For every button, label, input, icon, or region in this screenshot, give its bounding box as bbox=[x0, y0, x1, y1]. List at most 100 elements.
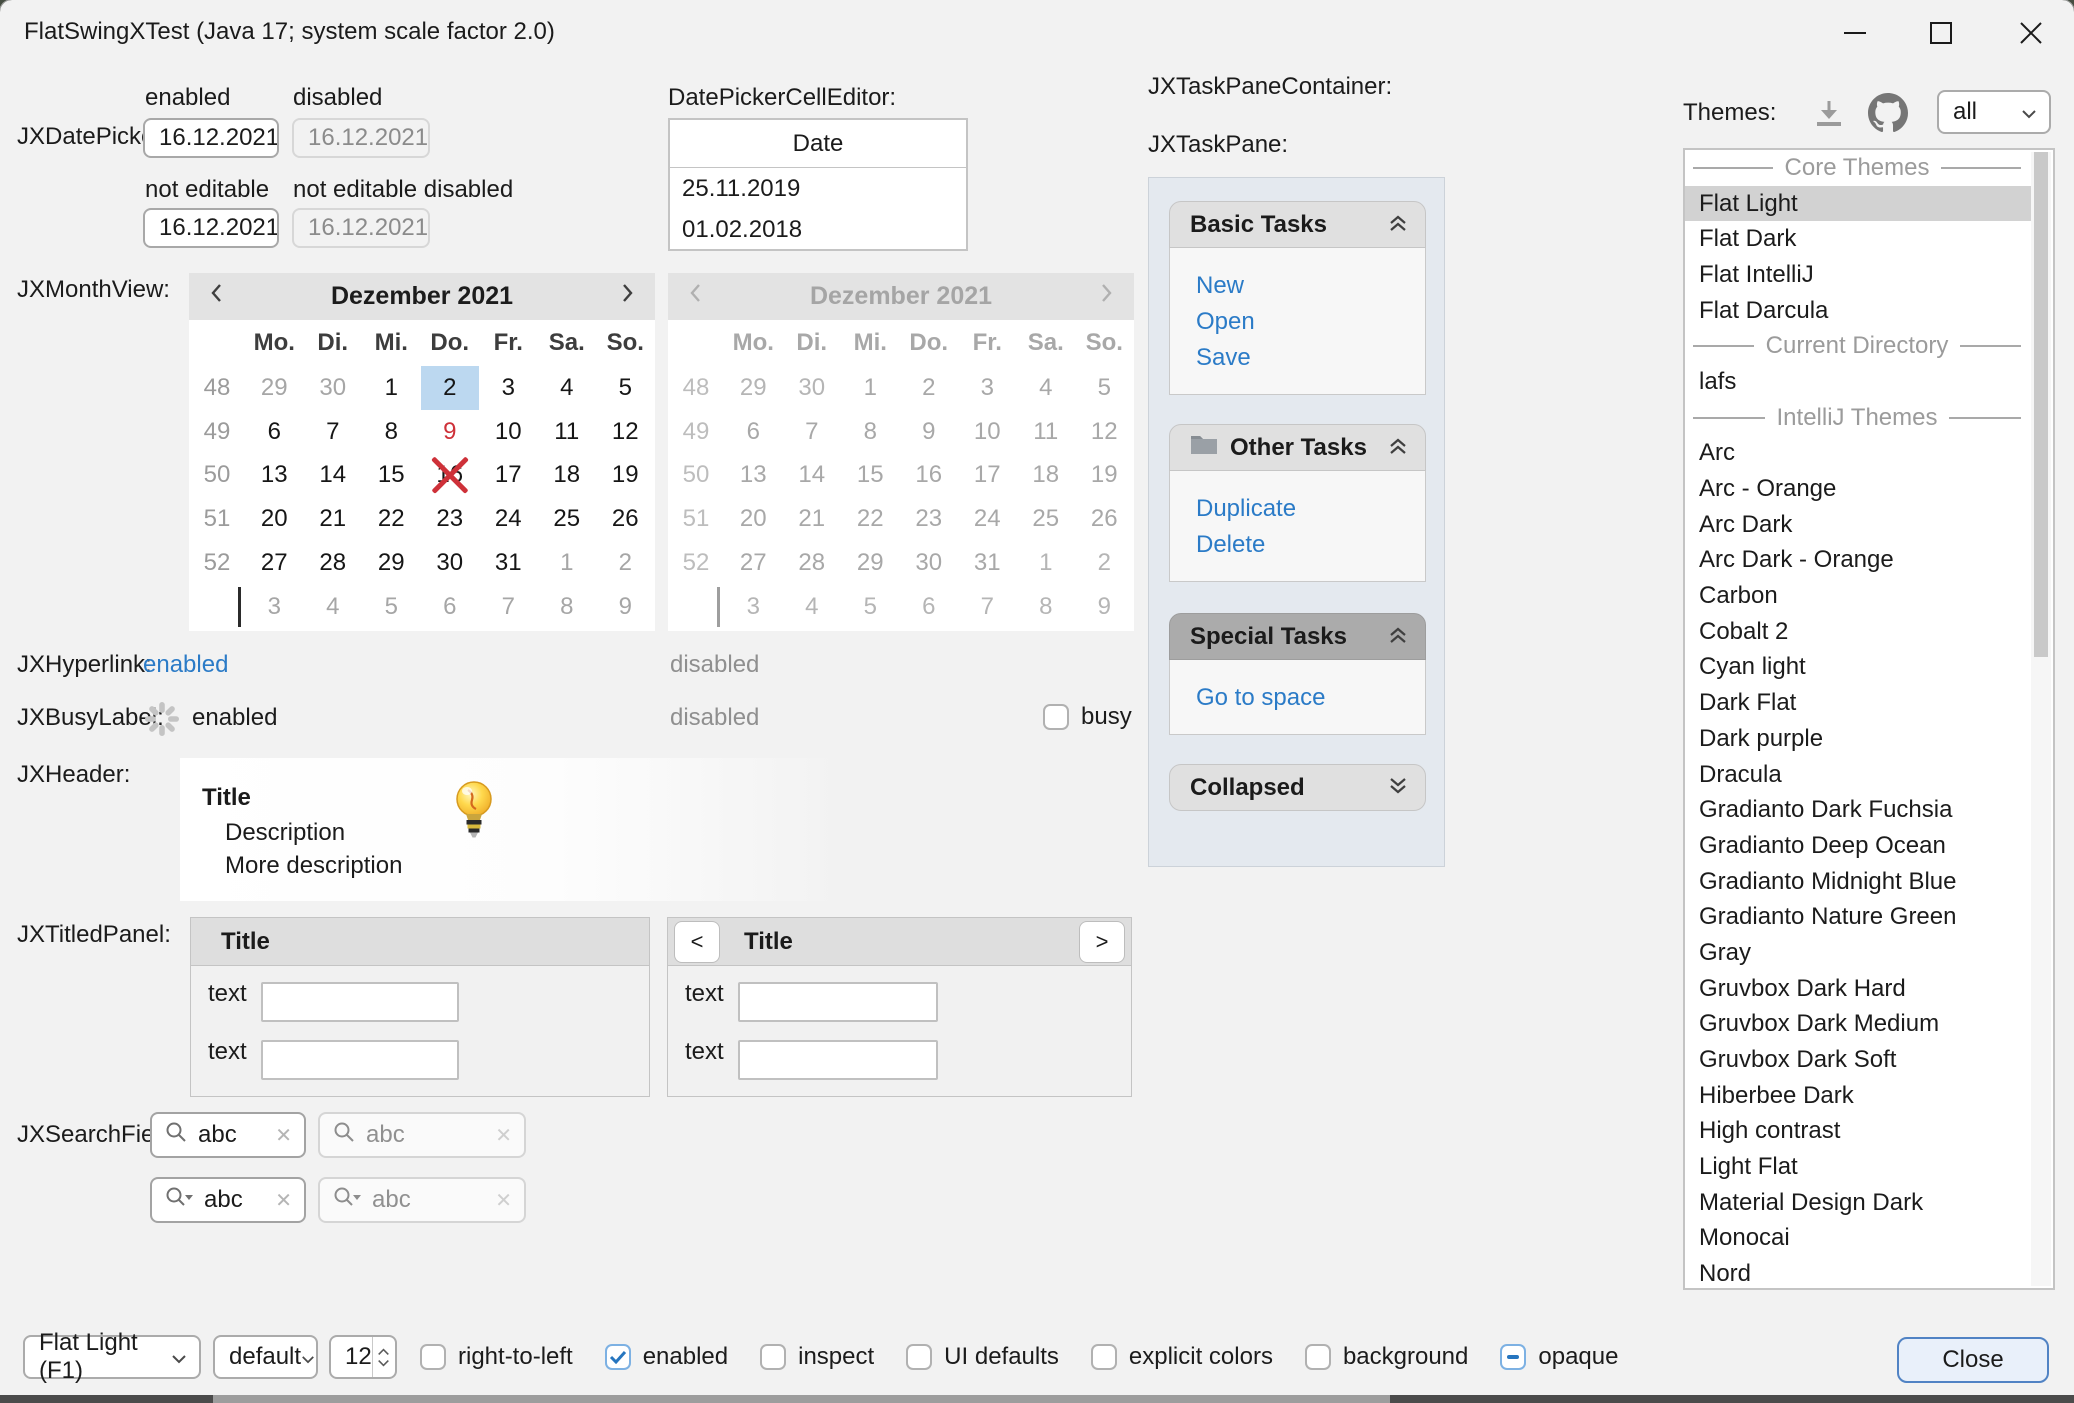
table-row[interactable]: 25.11.2019 bbox=[670, 168, 966, 209]
explicit-colors-checkbox[interactable]: explicit colors bbox=[1091, 1343, 1273, 1371]
day-cell[interactable]: 11 bbox=[538, 410, 597, 454]
taskpane-group-header[interactable]: Basic Tasks bbox=[1169, 201, 1426, 248]
scrollbar[interactable] bbox=[2031, 152, 2051, 1286]
themes-filter-combo[interactable]: all bbox=[1937, 90, 2051, 134]
collapse-icon[interactable] bbox=[1387, 434, 1409, 462]
datepicker-noteditable-value[interactable]: 16.12.2021 bbox=[145, 210, 279, 246]
day-cell[interactable]: 15 bbox=[362, 454, 421, 498]
theme-list-item[interactable]: Gruvbox Dark Soft bbox=[1685, 1042, 2031, 1078]
download-icon[interactable] bbox=[1812, 97, 1846, 138]
task-link[interactable]: Open bbox=[1196, 304, 1425, 340]
theme-list-item[interactable]: Material Design Dark bbox=[1685, 1185, 2031, 1221]
theme-list-item[interactable]: Monocai bbox=[1685, 1221, 2031, 1257]
hyperlink-enabled[interactable]: enabled bbox=[143, 651, 228, 679]
day-cell[interactable]: 28 bbox=[304, 541, 363, 585]
checkbox-box[interactable] bbox=[605, 1344, 631, 1370]
day-cell[interactable]: 6 bbox=[245, 410, 304, 454]
day-cell[interactable]: 5 bbox=[362, 585, 421, 629]
day-cell[interactable]: 31 bbox=[479, 541, 538, 585]
day-cell[interactable]: 1 bbox=[362, 366, 421, 410]
search-field[interactable]: abc ✕ bbox=[150, 1112, 306, 1158]
day-cell[interactable]: 24 bbox=[479, 497, 538, 541]
next-month-icon[interactable] bbox=[619, 281, 635, 312]
day-cell[interactable]: 30 bbox=[304, 366, 363, 410]
day-cell[interactable]: 21 bbox=[304, 497, 363, 541]
day-cell[interactable]: 7 bbox=[304, 410, 363, 454]
day-cell[interactable]: 5 bbox=[596, 366, 655, 410]
background-checkbox[interactable]: background bbox=[1305, 1343, 1468, 1371]
theme-list-item[interactable]: Arc - Orange bbox=[1685, 471, 2031, 507]
checkbox-box[interactable] bbox=[1305, 1344, 1331, 1370]
theme-list-item[interactable]: Gradianto Dark Fuchsia bbox=[1685, 792, 2031, 828]
task-link[interactable]: Save bbox=[1196, 340, 1425, 376]
style-combo[interactable]: default bbox=[213, 1335, 318, 1379]
opaque-checkbox[interactable]: opaque bbox=[1500, 1343, 1618, 1371]
text-input[interactable] bbox=[738, 982, 938, 1022]
day-cell[interactable]: 8 bbox=[538, 585, 597, 629]
close-window-button[interactable] bbox=[2008, 10, 2054, 56]
task-link[interactable]: Duplicate bbox=[1196, 491, 1425, 527]
day-cell[interactable]: 2 bbox=[421, 366, 480, 410]
theme-list-item[interactable]: High contrast bbox=[1685, 1114, 2031, 1150]
text-input[interactable] bbox=[261, 1040, 459, 1080]
clear-icon[interactable]: ✕ bbox=[275, 1188, 292, 1213]
taskpane-group-header[interactable]: Special Tasks bbox=[1169, 613, 1426, 660]
day-cell[interactable]: 3 bbox=[245, 585, 304, 629]
day-cell[interactable]: 22 bbox=[362, 497, 421, 541]
scrollbar-thumb[interactable] bbox=[2034, 152, 2048, 657]
day-cell[interactable]: 4 bbox=[538, 366, 597, 410]
day-cell[interactable]: 1 bbox=[538, 541, 597, 585]
task-link[interactable]: Delete bbox=[1196, 527, 1425, 563]
titled-panel-prev-button[interactable]: < bbox=[674, 921, 720, 963]
theme-list-item[interactable]: Dracula bbox=[1685, 757, 2031, 793]
theme-list-item[interactable]: Dark Flat bbox=[1685, 685, 2031, 721]
day-cell[interactable]: 10 bbox=[479, 410, 538, 454]
day-cell[interactable]: 16 bbox=[421, 454, 480, 498]
day-cell[interactable]: 4 bbox=[304, 585, 363, 629]
github-icon[interactable] bbox=[1868, 93, 1908, 140]
taskpane-group-header[interactable]: Other Tasks bbox=[1169, 424, 1426, 471]
taskpane-group-header[interactable]: Collapsed bbox=[1169, 764, 1426, 811]
theme-list-item[interactable]: Gradianto Midnight Blue bbox=[1685, 864, 2031, 900]
day-cell[interactable]: 25 bbox=[538, 497, 597, 541]
collapse-icon[interactable] bbox=[1387, 623, 1409, 651]
theme-list-item[interactable]: Flat Dark bbox=[1685, 221, 2031, 257]
day-cell[interactable]: 26 bbox=[596, 497, 655, 541]
day-cell[interactable]: 3 bbox=[479, 366, 538, 410]
datepicker-not-editable[interactable]: 16.12.2021 bbox=[143, 208, 279, 248]
task-link[interactable]: New bbox=[1196, 268, 1425, 304]
font-size-value[interactable]: 12 bbox=[331, 1337, 372, 1377]
expand-icon[interactable] bbox=[1387, 774, 1409, 802]
maximize-button[interactable] bbox=[1918, 10, 1964, 56]
day-cell[interactable]: 7 bbox=[479, 585, 538, 629]
collapse-icon[interactable] bbox=[1387, 211, 1409, 239]
text-input[interactable] bbox=[738, 1040, 938, 1080]
datepicker-enabled-value[interactable]: 16.12.2021 bbox=[145, 120, 279, 156]
day-cell[interactable]: 13 bbox=[245, 454, 304, 498]
task-link[interactable]: Go to space bbox=[1196, 680, 1425, 716]
theme-list-item[interactable]: Dark purple bbox=[1685, 721, 2031, 757]
search-field-with-menu[interactable]: abc ✕ bbox=[150, 1177, 306, 1223]
checkbox-box[interactable] bbox=[906, 1344, 932, 1370]
enabled-checkbox[interactable]: enabled bbox=[605, 1343, 728, 1371]
theme-list-item[interactable]: Cyan light bbox=[1685, 650, 2031, 686]
theme-list-item[interactable]: Gruvbox Dark Medium bbox=[1685, 1007, 2031, 1043]
theme-list-item[interactable]: Light Flat bbox=[1685, 1149, 2031, 1185]
date-column-header[interactable]: Date bbox=[670, 120, 966, 168]
day-cell[interactable]: 8 bbox=[362, 410, 421, 454]
close-button[interactable]: Close bbox=[1897, 1337, 2049, 1383]
theme-list-item[interactable]: Arc bbox=[1685, 436, 2031, 472]
day-cell[interactable]: 6 bbox=[421, 585, 480, 629]
day-cell[interactable]: 23 bbox=[421, 497, 480, 541]
search-input[interactable]: abc bbox=[204, 1186, 265, 1214]
search-input[interactable]: abc bbox=[198, 1121, 265, 1149]
laf-combo[interactable]: Flat Light (F1) bbox=[23, 1335, 201, 1379]
titled-panel-next-button[interactable]: > bbox=[1079, 921, 1125, 963]
checkbox-box[interactable] bbox=[420, 1344, 446, 1370]
day-cell[interactable]: 18 bbox=[538, 454, 597, 498]
table-row[interactable]: 01.02.2018 bbox=[670, 209, 966, 250]
theme-list-item[interactable]: Nord bbox=[1685, 1256, 2031, 1290]
day-cell[interactable]: 29 bbox=[362, 541, 421, 585]
theme-list-item[interactable]: Gradianto Nature Green bbox=[1685, 899, 2031, 935]
font-size-spinner[interactable]: 12 bbox=[329, 1335, 397, 1379]
